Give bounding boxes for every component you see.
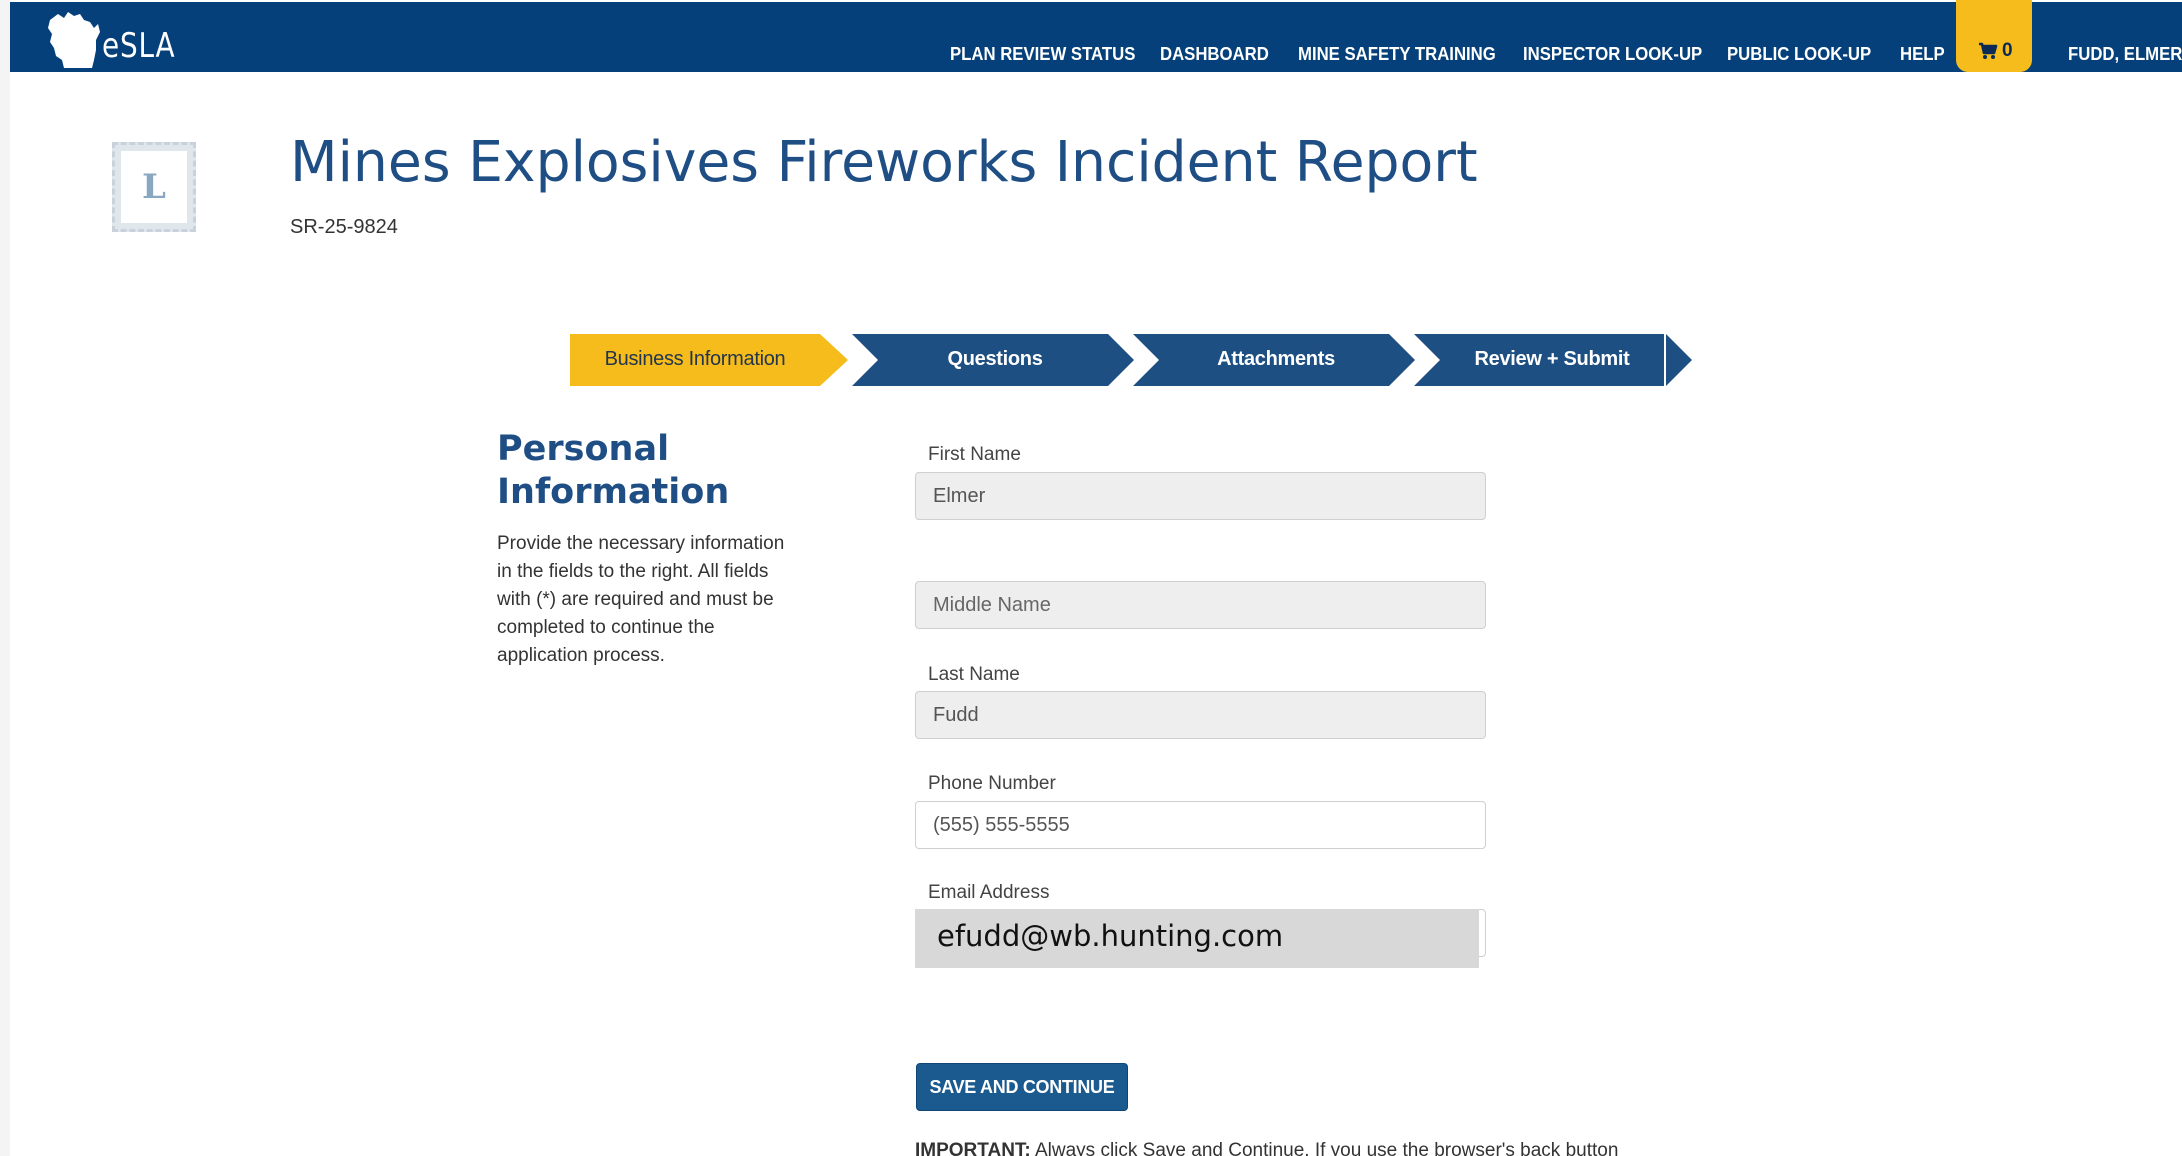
save-and-continue-button[interactable]: SAVE AND CONTINUE <box>916 1063 1128 1111</box>
nav-mine-safety-training[interactable]: MINE SAFETY TRAINING <box>1298 44 1496 65</box>
last-name-field[interactable] <box>915 691 1486 739</box>
page-title: Mines Explosives Fireworks Incident Repo… <box>290 130 1478 195</box>
record-id: SR-25-9824 <box>290 216 398 238</box>
logo-text: eSLA <box>102 26 176 66</box>
nav-inspector-look-up[interactable]: INSPECTOR LOOK-UP <box>1523 44 1702 65</box>
phone-number-field[interactable] <box>915 801 1486 849</box>
first-name-label: First Name <box>928 444 1021 465</box>
top-navbar: eSLA PLAN REVIEW STATUS DASHBOARD MINE S… <box>10 2 2182 72</box>
wisconsin-map-icon <box>48 12 100 68</box>
middle-name-field[interactable] <box>915 581 1486 629</box>
nav-help[interactable]: HELP <box>1900 44 1945 65</box>
cart-icon <box>1978 42 1998 60</box>
section-description: Provide the necessary information in the… <box>497 533 785 666</box>
stamp-letter: L <box>121 151 187 223</box>
application-stamp-icon: L <box>112 142 196 232</box>
section-title: Personal Information <box>497 429 730 512</box>
step-attachments[interactable]: Attachments <box>1131 332 1421 390</box>
cart-button[interactable]: 0 <box>1956 0 2032 72</box>
window-edge <box>0 0 10 1156</box>
email-address-value[interactable]: efudd@wb.hunting.com <box>915 909 1479 968</box>
cart-count: 0 <box>2002 40 2013 61</box>
email-address-label: Email Address <box>928 882 1050 903</box>
important-notice-text: Always click Save and Continue. If you u… <box>1030 1140 1619 1156</box>
progress-steps: Business Information Questions Attachmen… <box>570 332 1694 390</box>
step-label: Attachments <box>1217 348 1335 370</box>
step-label: Questions <box>947 348 1043 370</box>
nav-plan-review-status[interactable]: PLAN REVIEW STATUS <box>950 44 1135 65</box>
important-notice-label: IMPORTANT: <box>915 1140 1031 1156</box>
important-notice: IMPORTANT: Always click Save and Continu… <box>915 1140 1618 1156</box>
step-business-information[interactable]: Business Information <box>570 332 850 390</box>
nav-dashboard[interactable]: DASHBOARD <box>1160 44 1269 65</box>
nav-user-name[interactable]: FUDD, ELMER <box>2068 44 2182 65</box>
step-questions[interactable]: Questions <box>850 332 1140 390</box>
step-review-submit[interactable]: Review + Submit <box>1412 332 1702 390</box>
phone-number-label: Phone Number <box>928 773 1056 794</box>
first-name-field[interactable] <box>915 472 1486 520</box>
last-name-label: Last Name <box>928 664 1020 685</box>
step-label: Review + Submit <box>1474 348 1630 370</box>
nav-public-look-up[interactable]: PUBLIC LOOK-UP <box>1727 44 1871 65</box>
step-label: Business Information <box>604 348 786 370</box>
